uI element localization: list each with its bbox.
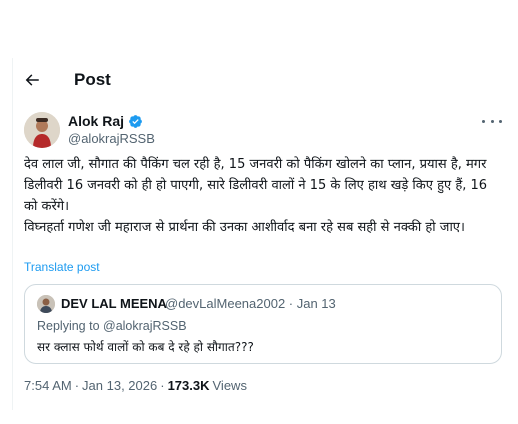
quote-author-meta: @devLalMeena2002 · Jan 13 xyxy=(165,296,336,311)
tweet-time[interactable]: 7:54 AM xyxy=(24,378,72,393)
verified-badge-icon xyxy=(129,114,142,128)
translate-post-link[interactable]: Translate post xyxy=(24,260,100,274)
post-header: Post xyxy=(24,66,111,94)
arrow-left-icon xyxy=(25,74,39,86)
quote-avatar xyxy=(37,295,55,313)
author-handle[interactable]: @alokrajRSSB xyxy=(68,131,155,146)
views-count: 173.3K xyxy=(167,378,210,393)
back-button[interactable] xyxy=(18,66,46,94)
tweet-date[interactable]: Jan 13, 2026 xyxy=(82,378,157,393)
author-name[interactable]: Alok Raj xyxy=(68,113,124,129)
tweet-author: Alok Raj @alokrajRSSB xyxy=(24,112,502,148)
meta-separator: · xyxy=(74,378,80,393)
views-label: Views xyxy=(212,378,247,393)
more-icon xyxy=(482,119,485,123)
more-options-button[interactable] xyxy=(482,114,502,128)
meta-separator-2: · xyxy=(160,378,165,393)
tweet-text: देव लाल जी, सौगात की पैकिंग चल रही है, 1… xyxy=(24,157,488,235)
page-title: Post xyxy=(74,70,111,89)
quote-author-name: DEV LAL MEENA xyxy=(61,296,167,311)
quoted-tweet[interactable]: DEV LAL MEENA @devLalMeena2002 · Jan 13 … xyxy=(24,284,502,364)
quote-text: सर क्लास फोर्थ वालों को कब दे रहे हो सौग… xyxy=(37,340,254,354)
quote-replying-to: Replying to @alokrajRSSB xyxy=(37,319,187,333)
tweet-meta: 7:54 AM · Jan 13, 2026 · 173.3K Views xyxy=(24,378,247,393)
avatar[interactable] xyxy=(24,112,60,148)
